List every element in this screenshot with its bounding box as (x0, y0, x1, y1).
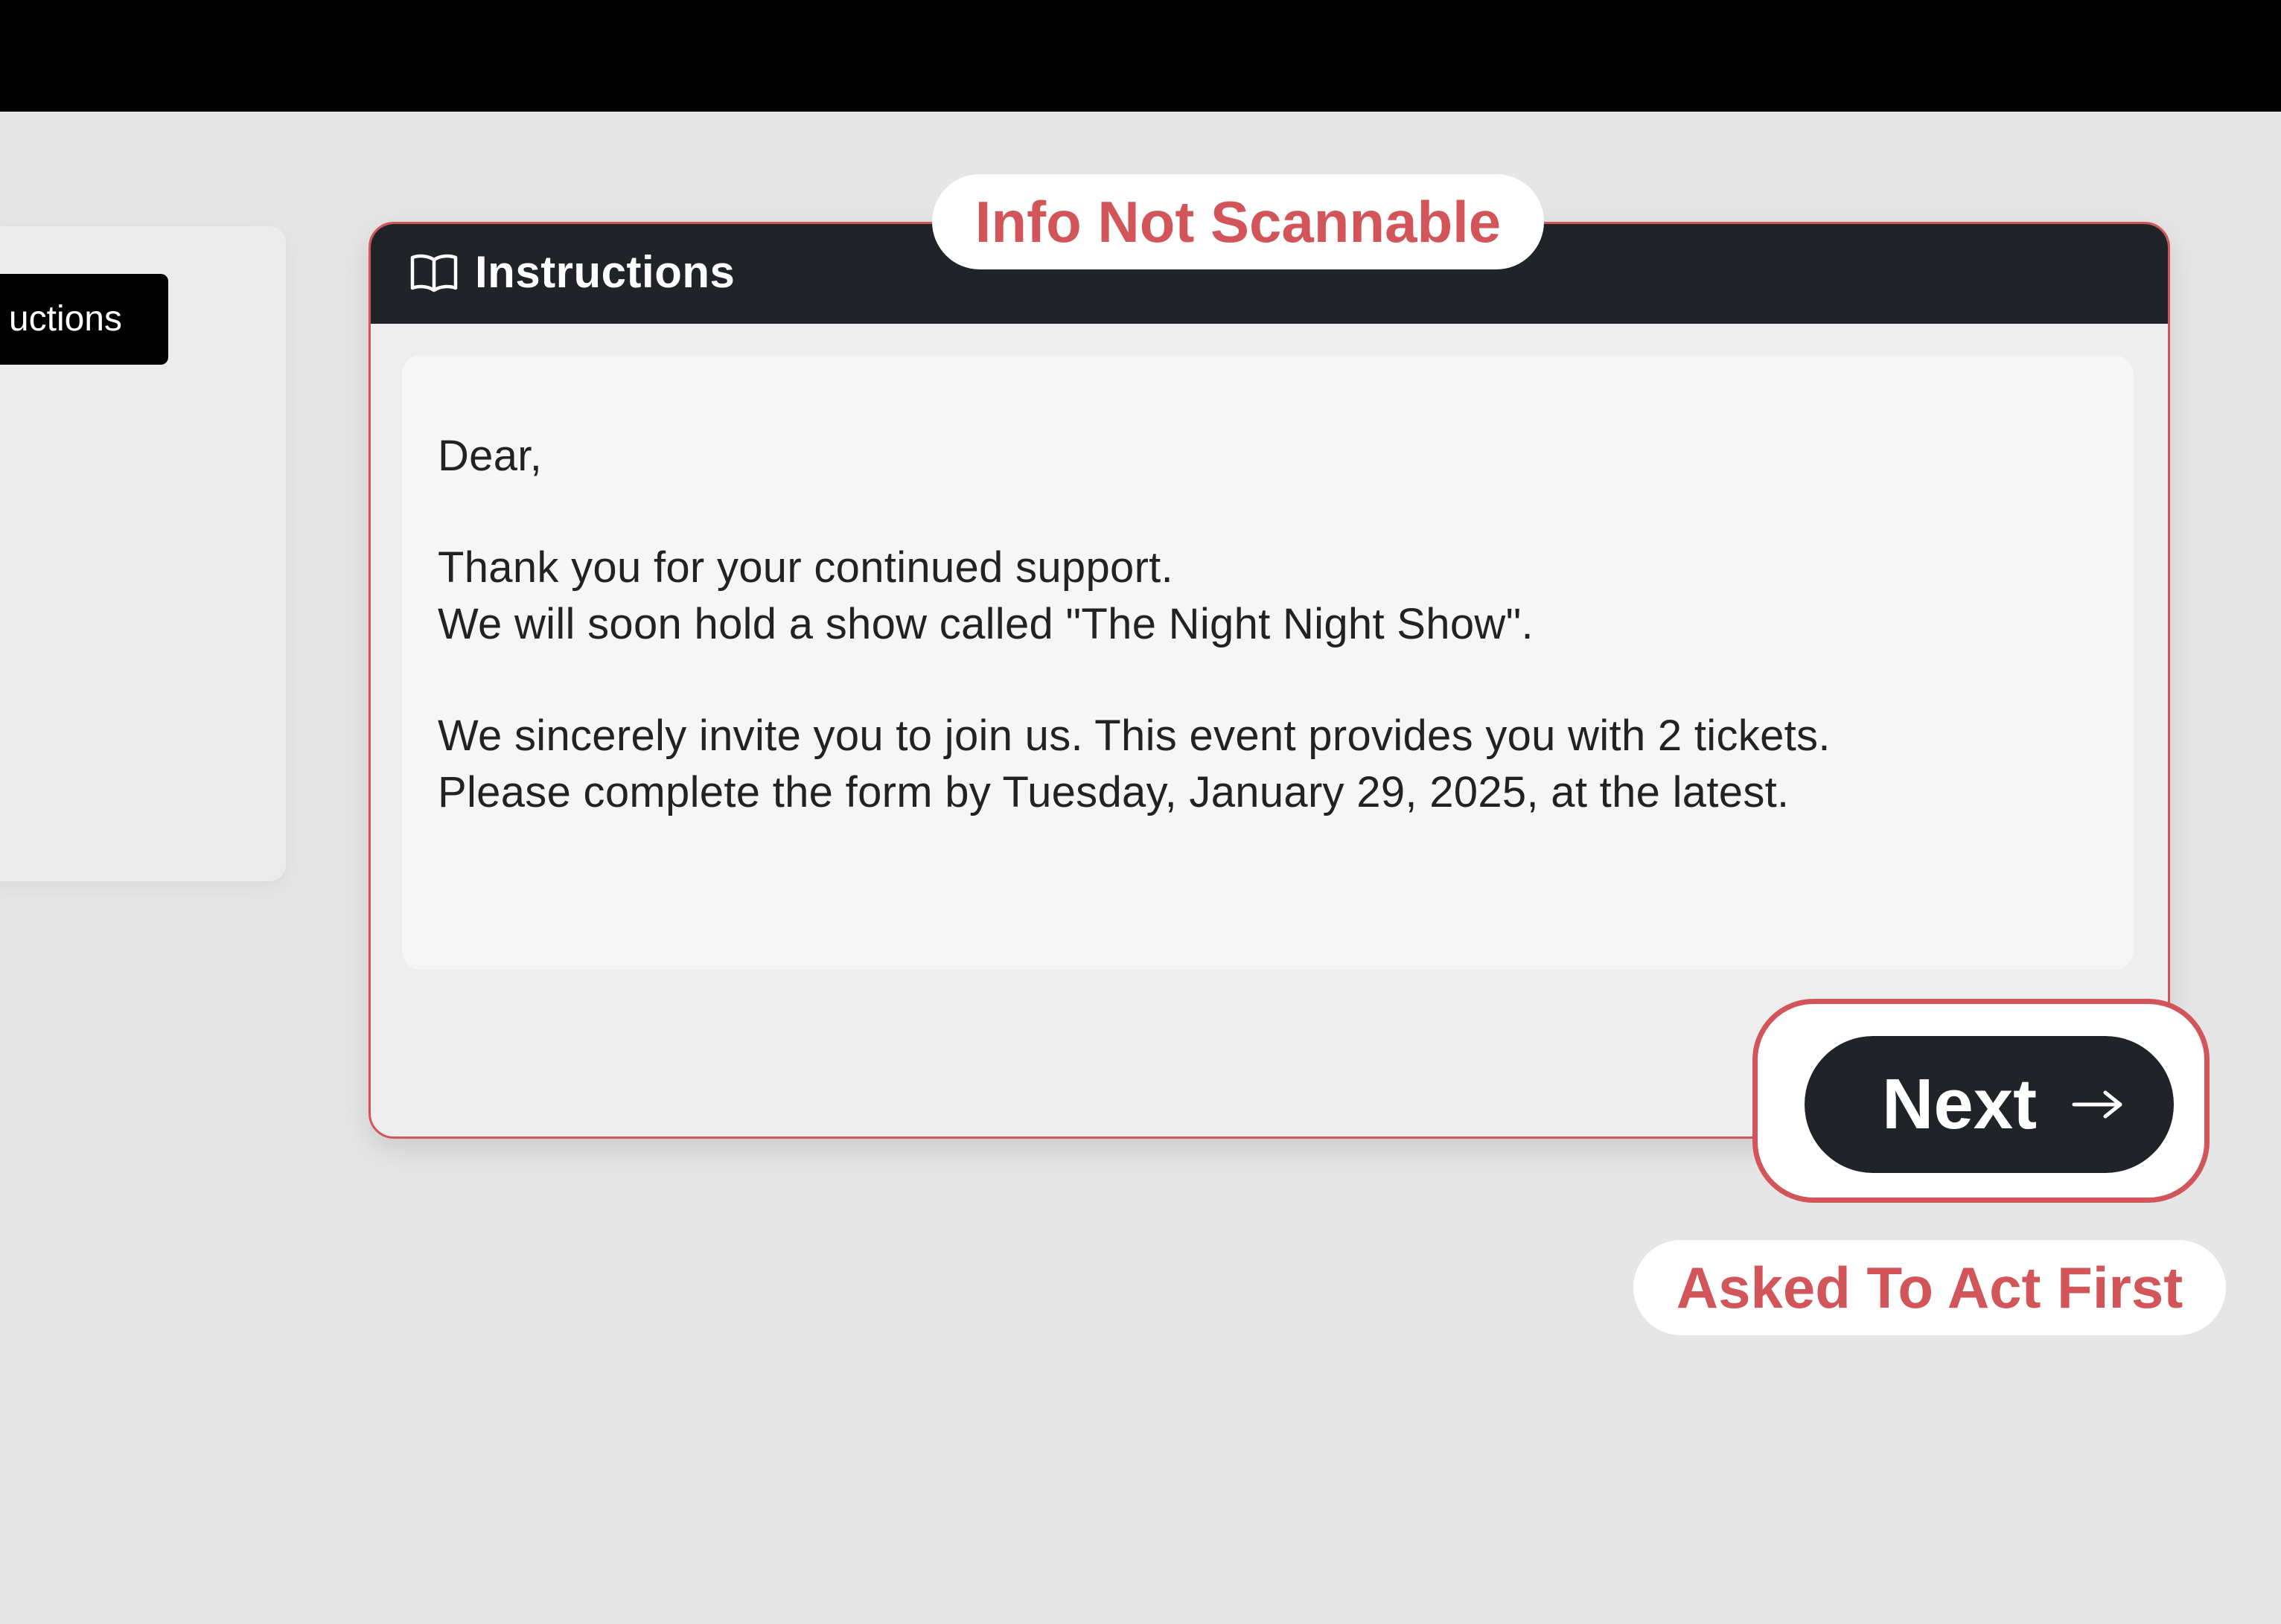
letter-line: We sincerely invite you to join us. This… (438, 712, 1831, 760)
annotation-info-not-scannable: Info Not Scannable (932, 174, 1544, 269)
letter-line: Thank you for your continued support. (438, 543, 1174, 592)
letter-line: Please complete the form by Tuesday, Jan… (438, 768, 1790, 816)
letter-content: Dear, Thank you for your continued suppo… (402, 355, 2134, 970)
top-bar (0, 0, 2281, 112)
instructions-title: Instructions (475, 247, 736, 297)
next-button-label: Next (1882, 1064, 2038, 1144)
next-button[interactable]: Next (1805, 1036, 2174, 1173)
letter-greeting: Dear, (438, 432, 543, 480)
instructions-tab[interactable]: uctions (0, 274, 168, 365)
instructions-tab-label: uctions (8, 299, 122, 339)
annotation-asked-to-act-first: Asked To Act First (1633, 1240, 2226, 1335)
arrow-right-icon (2072, 1090, 2122, 1119)
letter-line: We will soon hold a show called "The Nig… (438, 600, 1534, 648)
book-icon (410, 254, 458, 292)
